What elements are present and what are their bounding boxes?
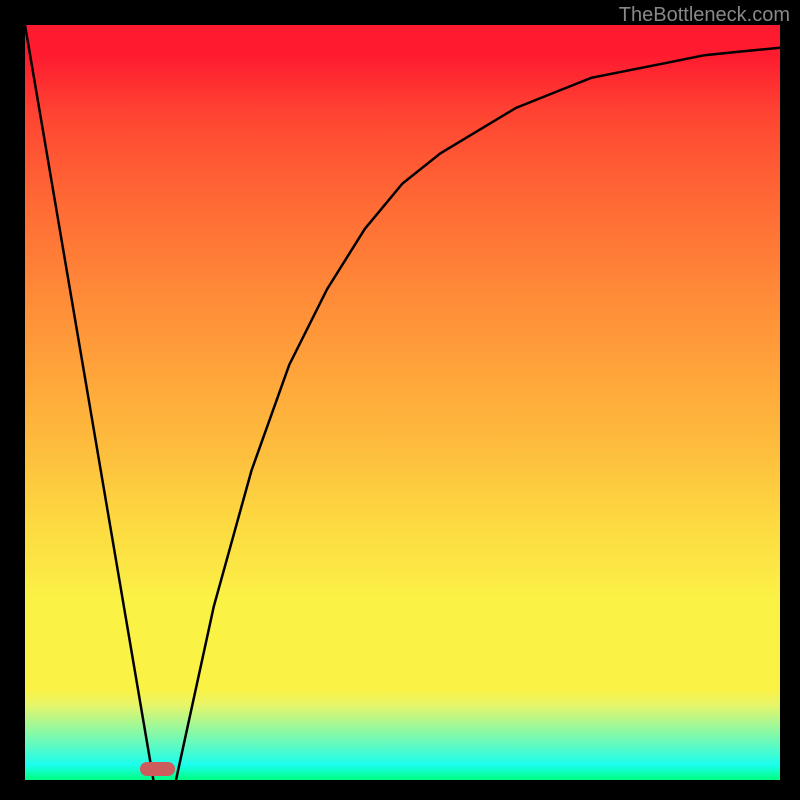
chart-curve [25, 25, 780, 780]
bottleneck-curve [25, 25, 780, 780]
watermark-text: TheBottleneck.com [619, 4, 790, 27]
optimal-point-marker [140, 762, 175, 776]
